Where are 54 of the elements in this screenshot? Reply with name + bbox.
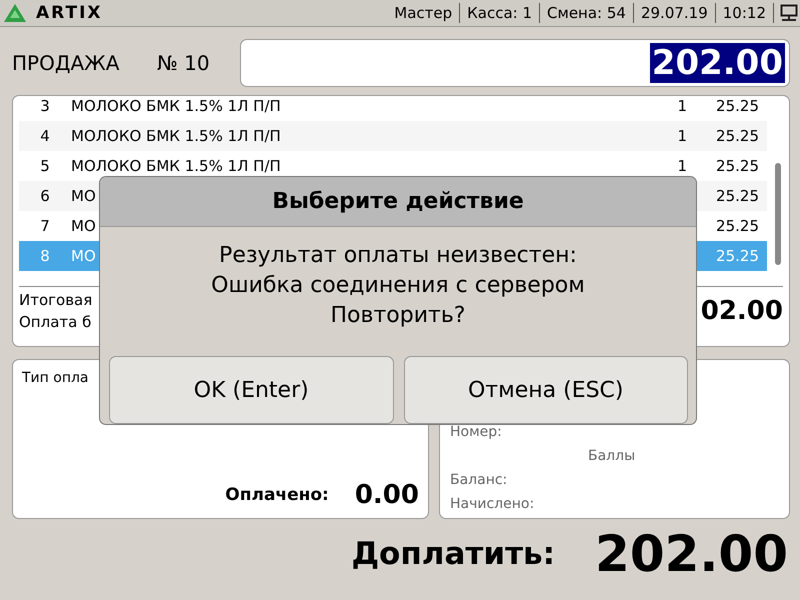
dialog-button[interactable]: Отмена (ESC) <box>404 356 688 424</box>
item-quantity: 1 <box>676 157 687 175</box>
paid-label: Оплачено: <box>225 485 329 505</box>
dialog-message: Повторить? <box>330 302 466 330</box>
status-item: Мастер <box>387 3 460 23</box>
row-number: 7 <box>39 217 51 235</box>
item-price: 25.25 <box>715 247 760 265</box>
field-label: Начислено: <box>450 495 536 514</box>
paid-value: 0.00 <box>354 480 419 510</box>
receipt-row[interactable]: 4 МОЛОКО БМК 1.5% 1Л П/П 1 25.25 <box>19 121 767 151</box>
status-item: 29.07.19 <box>634 3 716 23</box>
row-number: 6 <box>39 187 51 205</box>
field-label: Номер: <box>450 423 503 442</box>
item-price: 25.25 <box>715 127 760 145</box>
dialog-button[interactable]: OK (Enter) <box>109 356 394 424</box>
logo-icon <box>4 4 26 22</box>
field-label: Баланс: <box>450 471 508 490</box>
status-item: Касса: 1 <box>460 3 540 23</box>
total-value: 02.00 <box>700 296 783 326</box>
amount-value: 202.00 <box>650 43 785 83</box>
total-label: Итоговая <box>19 291 92 309</box>
item-name: МО <box>71 247 96 265</box>
item-name: МОЛОКО БМК 1.5% 1Л П/П <box>71 157 281 175</box>
due-label: Доплатить: <box>351 536 556 572</box>
item-name: МОЛОКО БМК 1.5% 1Л П/П <box>71 127 281 145</box>
row-number: 3 <box>39 97 51 115</box>
sale-title: ПРОДАЖА <box>12 51 120 75</box>
logo-text: ARTIX <box>36 3 103 23</box>
payment-label: Оплата б <box>19 313 92 331</box>
status-item: Смена: 54 <box>540 3 634 23</box>
status-item: 10:12 <box>716 3 774 23</box>
item-name: МО <box>71 187 96 205</box>
amount-field[interactable]: 202.00 <box>240 39 790 87</box>
item-price: 25.25 <box>715 187 760 205</box>
item-quantity: 1 <box>676 127 687 145</box>
row-number: 5 <box>39 157 51 175</box>
row-number: 4 <box>39 127 51 145</box>
item-name: МОЛОКО БМК 1.5% 1Л П/П <box>71 97 281 115</box>
receipt-row[interactable]: 3 МОЛОКО БМК 1.5% 1Л П/П 1 25.25 <box>19 96 767 121</box>
scrollbar[interactable] <box>775 163 781 265</box>
item-price: 25.25 <box>715 97 760 115</box>
item-name: МО <box>71 217 96 235</box>
item-price: 25.25 <box>715 217 760 235</box>
payment-type-label: Тип опла <box>22 370 90 386</box>
monitor-icon[interactable] <box>780 4 798 22</box>
item-quantity: 1 <box>676 97 687 115</box>
dialog-message: Ошибка соединения с сервером <box>211 272 585 300</box>
points-label: Баллы <box>587 447 636 466</box>
receipt-number: № 10 <box>157 51 211 75</box>
dialog-message: Результат оплаты неизвестен: <box>219 242 577 270</box>
row-number: 8 <box>39 247 51 265</box>
item-price: 25.25 <box>715 157 760 175</box>
due-value: 202.00 <box>595 525 788 583</box>
dialog-title: Выберите действие <box>100 177 696 228</box>
